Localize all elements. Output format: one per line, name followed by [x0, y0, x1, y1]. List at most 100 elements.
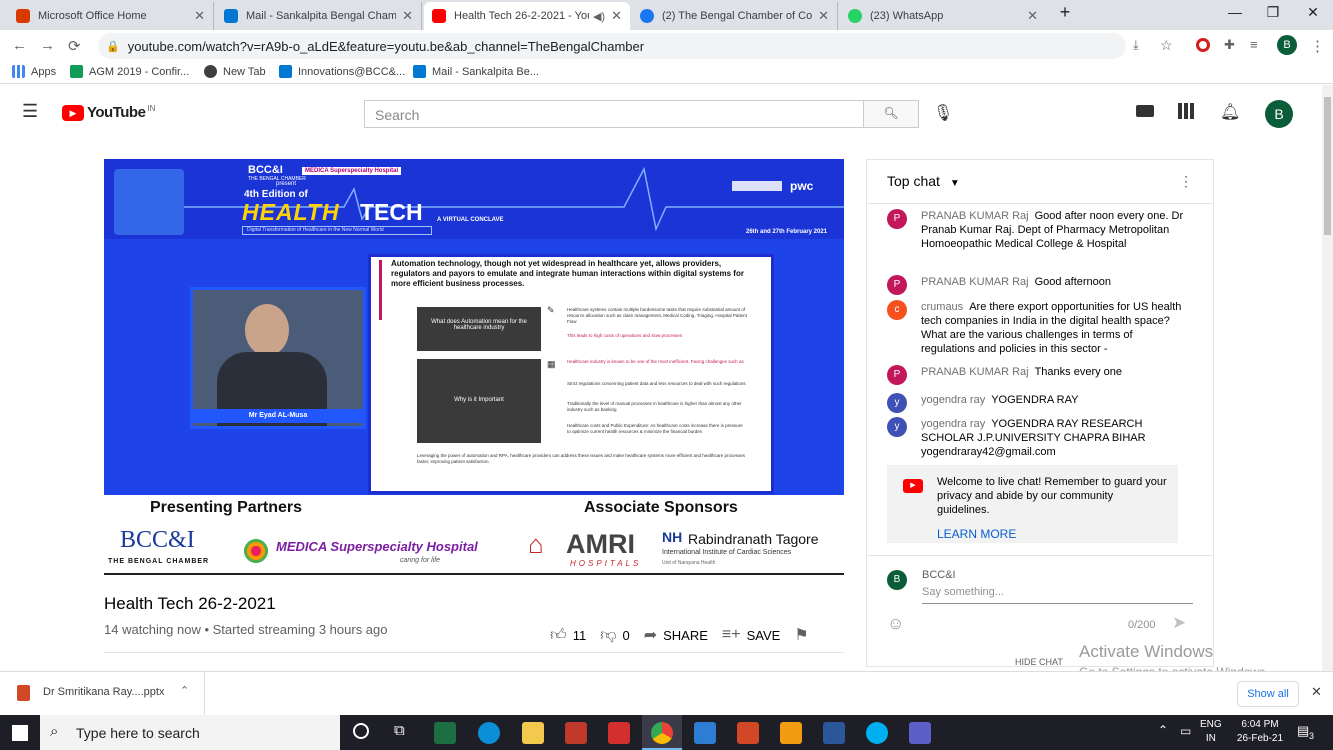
slide-heading: Automation technology, though not yet wi…	[391, 259, 744, 288]
event-banner: BCC&I THE BENGAL CHAMBER MEDICA Superspe…	[104, 159, 844, 239]
acrobat-icon[interactable]	[608, 722, 630, 744]
skype-icon[interactable]	[866, 722, 888, 744]
emoji-icon[interactable]: ☺	[887, 614, 904, 634]
account-avatar[interactable]: B	[1265, 100, 1293, 128]
video-player[interactable]: BCC&I THE BENGAL CHAMBER MEDICA Superspe…	[104, 159, 844, 575]
powerpoint-icon[interactable]	[737, 722, 759, 744]
chevron-up-icon[interactable]: ⌃	[1158, 723, 1168, 737]
back-icon[interactable]: ←	[12, 37, 27, 54]
task-view-icon[interactable]: ⧉	[394, 722, 405, 739]
clock[interactable]: 6:04 PM 26-Feb-21	[1232, 718, 1288, 746]
bookmark-mail[interactable]: Mail - Sankalpita Be...	[413, 65, 539, 78]
close-icon[interactable]: ✕	[402, 8, 413, 24]
close-icon[interactable]: ✕	[194, 8, 205, 24]
send-icon[interactable]: ➤	[1172, 613, 1186, 633]
tab-youtube-active[interactable]: Health Tech 26-2-2021 - You ◀) ✕	[424, 2, 630, 30]
reading-list-icon[interactable]: ≡	[1250, 37, 1258, 52]
tab-facebook[interactable]: (2) The Bengal Chamber of Comm ✕	[632, 2, 838, 30]
extensions-icon[interactable]: ✚	[1224, 37, 1235, 53]
like-button[interactable]: 👍︎ 11	[550, 626, 586, 645]
chevron-down-icon[interactable]: ▼	[950, 178, 960, 189]
chat-header: Top chat ▼ ⋮	[867, 160, 1213, 204]
tab-office-home[interactable]: Microsoft Office Home ✕	[8, 2, 214, 30]
bookmark-innovations[interactable]: Innovations@BCC&...	[279, 65, 405, 78]
cortana-icon[interactable]	[353, 723, 369, 739]
language-indicator[interactable]: ENG IN	[1200, 718, 1222, 746]
minimize-button[interactable]: —	[1220, 4, 1250, 20]
install-icon[interactable]: ⤓	[1133, 37, 1139, 53]
network-icon[interactable]: ▭	[1180, 724, 1191, 738]
menu-icon[interactable]: ⋮	[1310, 37, 1325, 55]
video-actions: 👍︎ 11 👎︎ 0 ➦ SHARE ≡+ SAVE ⚑	[550, 620, 844, 650]
medica-logo-text: MEDICA Superspecialty Hospital	[276, 539, 478, 554]
close-icon[interactable]: ✕	[1311, 684, 1322, 700]
bookmark-label: Innovations@BCC&...	[298, 65, 406, 78]
chat-input[interactable]: Say something...	[922, 586, 1193, 604]
slide-icon-1: ✎	[547, 305, 555, 315]
top-chat-dropdown[interactable]: Top chat	[887, 173, 940, 189]
youtube-logo[interactable]: ▶ YouTube IN	[62, 104, 155, 121]
welcome-notice: ▶ Welcome to live chat! Remember to guar…	[887, 465, 1178, 543]
file-explorer-icon[interactable]	[522, 722, 544, 744]
profile-avatar[interactable]: B	[1277, 35, 1297, 55]
star-icon[interactable]: ☆	[1160, 37, 1173, 54]
scrollbar-thumb[interactable]	[1324, 97, 1331, 235]
save-label: SAVE	[746, 627, 781, 643]
excel-icon[interactable]	[434, 722, 456, 744]
outlook-icon[interactable]	[780, 722, 802, 744]
apps-grid-icon[interactable]	[1178, 103, 1194, 119]
speaker-icon[interactable]: ◀)	[593, 10, 605, 23]
chevron-up-icon[interactable]: ⌃	[180, 684, 189, 697]
store-icon[interactable]	[694, 722, 716, 744]
save-button[interactable]: ≡+ SAVE	[722, 626, 780, 644]
teams-icon[interactable]	[909, 722, 931, 744]
bookmark-agm[interactable]: AGM 2019 - Confir...	[70, 65, 189, 78]
report-flag-button[interactable]: ⚑	[794, 625, 814, 645]
microphone-icon[interactable]: 🎙︎	[933, 103, 953, 123]
snip-icon[interactable]	[565, 722, 587, 744]
download-filename[interactable]: Dr Smritikana Ray....pptx	[43, 686, 164, 698]
forward-icon[interactable]: →	[40, 37, 55, 54]
search-button[interactable]: 🔍︎	[863, 100, 919, 128]
maximize-button[interactable]: ❐	[1258, 4, 1288, 21]
hide-chat-button[interactable]: HIDE CHAT	[1015, 657, 1063, 667]
window-close-button[interactable]: ✕	[1298, 4, 1328, 21]
rt-logo-sub: International Institute of Cardiac Scien…	[662, 549, 792, 556]
download-bar: Dr Smritikana Ray....pptx ⌃ Show all ✕	[0, 671, 1333, 716]
speaker-webcam	[190, 287, 366, 429]
close-icon[interactable]: ✕	[818, 8, 829, 24]
dislike-button[interactable]: 👎︎ 0	[600, 626, 629, 645]
hamburger-menu-icon[interactable]: ☰	[22, 101, 38, 122]
avatar: P	[887, 275, 907, 295]
bookmark-new-tab[interactable]: New Tab	[204, 65, 266, 78]
show-all-button[interactable]: Show all	[1237, 681, 1299, 707]
url-field[interactable]: 🔒 youtube.com/watch?v=rA9b-o_aLdE&featur…	[98, 33, 1126, 59]
notifications-bell-icon[interactable]: 🔔︎	[1220, 102, 1240, 122]
close-icon[interactable]: ✕	[1027, 8, 1038, 24]
reload-icon[interactable]: ⟳	[68, 37, 81, 55]
thumbs-down-icon: 👎︎	[600, 626, 617, 644]
opera-extension-icon[interactable]	[1196, 38, 1210, 52]
chrome-icon[interactable]	[651, 722, 673, 744]
chat-username: BCC&I	[922, 569, 956, 581]
new-tab-button[interactable]: +	[1050, 2, 1080, 23]
search-input[interactable]: Search	[364, 100, 864, 128]
thumbs-up-icon: 👍︎	[550, 626, 567, 644]
tab-mail[interactable]: Mail - Sankalpita Bengal Chambe ✕	[216, 2, 422, 30]
learn-more-link[interactable]: LEARN MORE	[937, 527, 1168, 541]
tab-whatsapp[interactable]: (23) WhatsApp ✕	[840, 2, 1046, 30]
search-icon: ⌕	[50, 723, 59, 740]
more-options-icon[interactable]: ⋮	[1179, 173, 1193, 190]
windows-start-icon[interactable]	[12, 725, 28, 741]
word-icon[interactable]	[823, 722, 845, 744]
chat-message: P PRANAB KUMAR Raj Thanks every one	[887, 365, 1187, 385]
page-scrollbar[interactable]	[1322, 85, 1333, 671]
notifications-icon[interactable]: ▤	[1297, 723, 1309, 739]
share-button[interactable]: ➦ SHARE	[644, 625, 708, 645]
edge-icon[interactable]	[478, 722, 500, 744]
create-video-icon[interactable]	[1136, 105, 1154, 117]
close-icon[interactable]: ✕	[611, 8, 622, 24]
taskbar-search[interactable]: ⌕ Type here to search	[40, 715, 340, 750]
bookmark-apps[interactable]: Apps	[12, 65, 56, 78]
plus-icon	[70, 65, 83, 78]
